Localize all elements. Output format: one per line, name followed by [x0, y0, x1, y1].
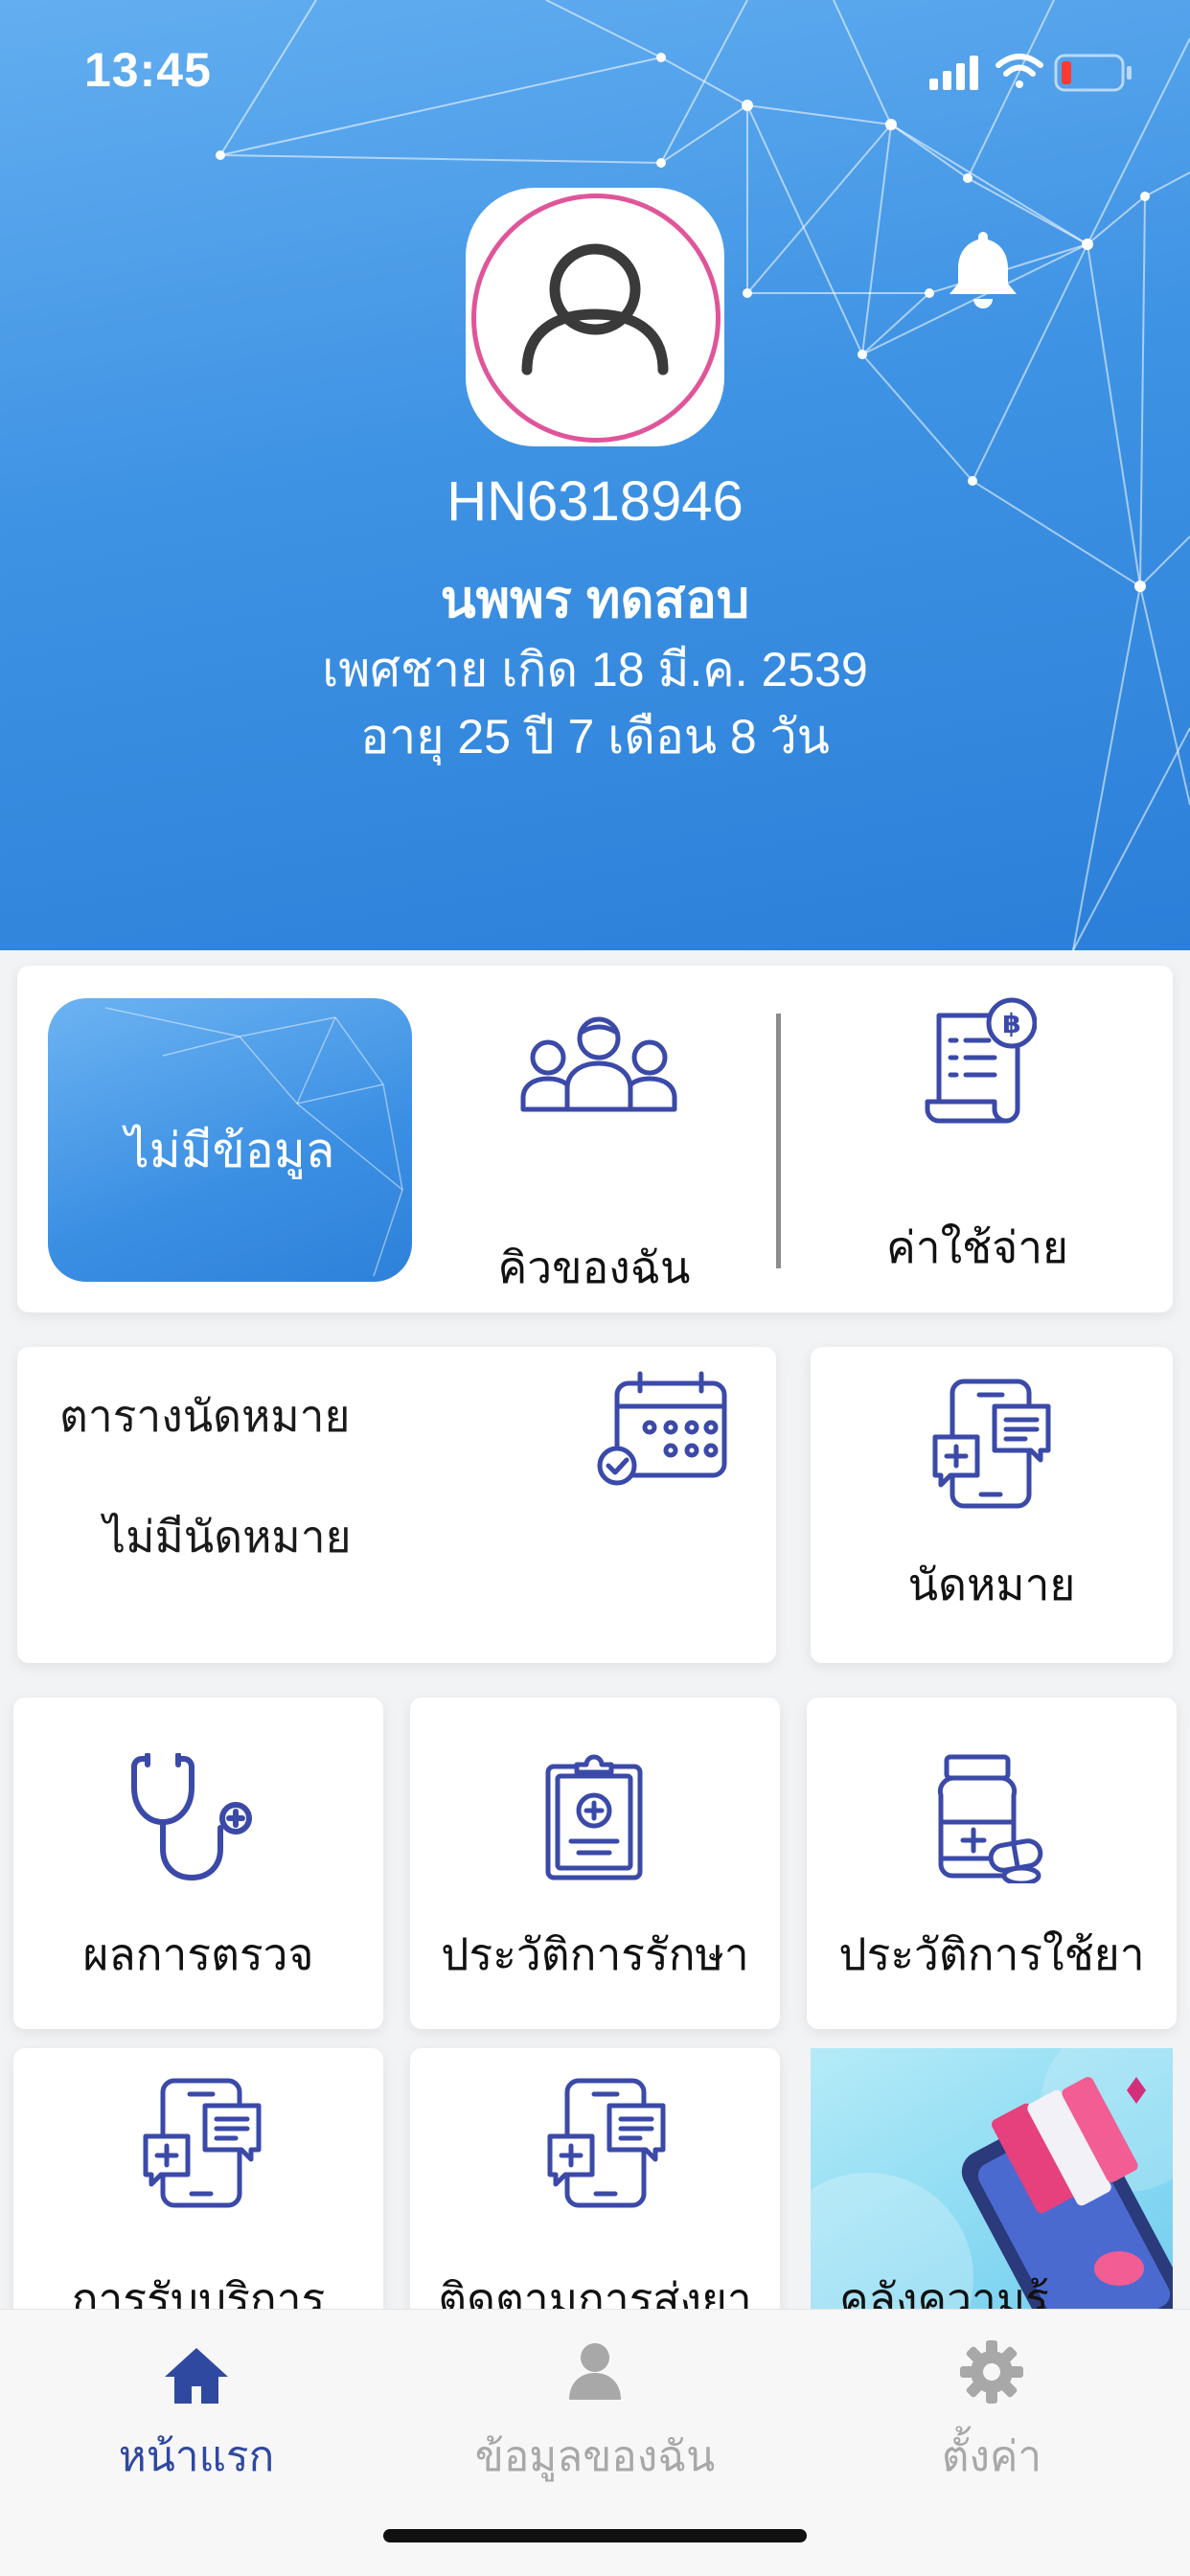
status-icons — [929, 54, 1132, 92]
tab-home[interactable]: หน้าแรก — [38, 2310, 355, 2501]
expense-label: ค่าใช้จ่าย — [885, 1222, 1069, 1272]
patient-age: อายุ 25 ปี 7 เดือน 8 วัน — [360, 710, 830, 764]
home-indicator — [383, 2529, 807, 2542]
phone-chat-icon — [932, 1379, 1051, 1509]
notification-bell-icon[interactable] — [945, 226, 1021, 312]
tab-settings[interactable]: ตั้งค่า — [834, 2310, 1150, 2501]
tab-home-label: หน้าแรก — [118, 2433, 275, 2480]
schedule-title: ตารางนัดหมาย — [59, 1391, 351, 1441]
no-data-label: ไม่มีข้อมูล — [125, 1124, 335, 1177]
lab-results-button[interactable]: ผลการตรวจ — [13, 1698, 383, 2029]
phone-chat-icon — [143, 2078, 262, 2208]
patient-name: นพพร ทดสอบ — [440, 571, 750, 628]
treatment-history-label: ประวัติการรักษา — [441, 1929, 749, 1979]
group-people-icon — [520, 1016, 677, 1112]
status-time: 13:45 — [84, 43, 212, 97]
battery-icon — [1054, 54, 1132, 92]
queue-label: คิวของฉัน — [497, 1242, 691, 1292]
appointment-label: นัดหมาย — [907, 1560, 1076, 1609]
schedule-card[interactable]: ตารางนัดหมาย ไม่มีนัดหมาย — [17, 1347, 776, 1663]
tab-settings-label: ตั้งค่า — [941, 2433, 1042, 2480]
no-data-card[interactable]: ไม่มีข้อมูล — [48, 998, 412, 1282]
medication-history-button[interactable]: ประวัติการใช้ยา — [807, 1698, 1177, 2029]
svg-text:฿: ฿ — [1002, 1008, 1020, 1039]
schedule-empty-text: ไม่มีนัดหมาย — [103, 1512, 352, 1562]
receipt-baht-icon: ฿ — [925, 997, 1037, 1124]
clipboard-medical-icon — [545, 1754, 643, 1881]
medicine-bottle-icon — [937, 1754, 1043, 1883]
vertical-divider — [776, 1014, 781, 1268]
appointment-button[interactable]: นัดหมาย — [811, 1347, 1173, 1663]
profile-header: 13:45 HN6318946 นพพร ทดสอบ เพศชาย เกิด 1… — [0, 0, 1190, 950]
wifi-icon — [995, 54, 1043, 88]
user-silhouette-icon — [521, 243, 669, 376]
expense-button[interactable]: ฿ ค่าใช้จ่าย — [824, 994, 1131, 1282]
stethoscope-icon — [131, 1753, 252, 1881]
signal-icon — [929, 56, 978, 90]
queue-button[interactable]: คิวของฉัน — [450, 998, 738, 1292]
tab-my-info-label: ข้อมูลของฉัน — [474, 2433, 716, 2480]
patient-hn: HN6318946 — [446, 470, 744, 533]
calendar-check-icon — [597, 1371, 727, 1486]
lab-results-label: ผลการตรวจ — [82, 1929, 314, 1979]
avatar[interactable] — [466, 188, 724, 446]
tab-my-info[interactable]: ข้อมูลของฉัน — [437, 2310, 753, 2501]
status-bar: 13:45 — [0, 0, 1190, 144]
knowledge-base-button[interactable]: คลังความรู้ — [811, 2048, 1173, 2336]
person-icon — [569, 2343, 621, 2400]
phone-chat-icon — [547, 2078, 666, 2208]
gear-icon — [960, 2340, 1023, 2404]
patient-gender-birth: เพศชาย เกิด 18 มี.ค. 2539 — [322, 643, 868, 696]
medication-history-label: ประวัติการใช้ยา — [838, 1929, 1145, 1979]
home-icon — [165, 2348, 228, 2404]
treatment-history-button[interactable]: ประวัติการรักษา — [410, 1698, 780, 2029]
